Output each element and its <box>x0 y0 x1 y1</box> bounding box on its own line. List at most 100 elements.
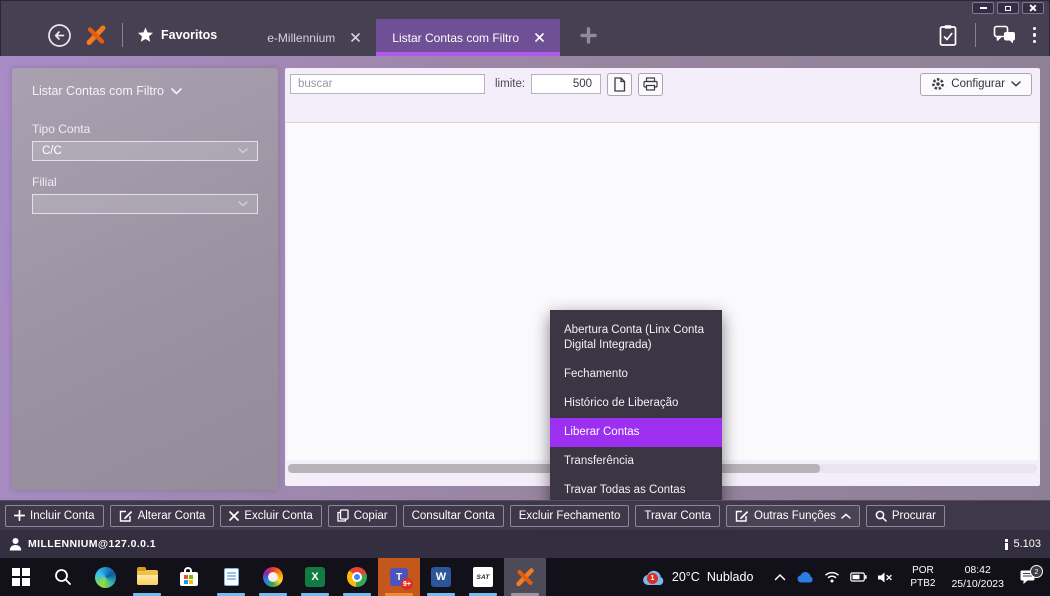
taskbar-notepad-icon[interactable] <box>210 558 252 596</box>
context-menu-item[interactable]: Transferência <box>550 447 722 476</box>
divider <box>975 23 976 47</box>
volume-muted-icon[interactable] <box>877 571 893 584</box>
toolbar-button[interactable]: Incluir Conta <box>5 505 104 527</box>
taskbar-linx-icon[interactable] <box>504 558 546 596</box>
search-icon <box>54 568 72 586</box>
connection-status: MILLENNIUM@127.0.0.1 <box>9 537 156 551</box>
close-button[interactable] <box>1022 2 1044 14</box>
context-menu-item[interactable]: Abertura Conta (Linx Conta Digital Integ… <box>550 316 722 360</box>
context-menu-item[interactable]: Fechamento <box>550 360 722 389</box>
minimize-button[interactable] <box>972 2 994 14</box>
toolbar-button-label: Copiar <box>354 510 388 522</box>
toolbar-button[interactable]: Consultar Conta <box>403 505 504 527</box>
taskbar-tray: 1 20°C Nublado <box>629 558 1050 596</box>
teams-badge: 9+ <box>401 578 413 590</box>
connection-label: MILLENNIUM@127.0.0.1 <box>28 538 156 550</box>
context-menu-item-label: Histórico de Liberação <box>564 397 678 409</box>
star-icon <box>137 27 154 43</box>
clock-time: 08:42 <box>965 563 991 577</box>
tab-close-icon[interactable] <box>535 33 544 42</box>
start-button[interactable] <box>0 558 42 596</box>
notification-badge: 2 <box>1030 565 1043 578</box>
toolbar-button[interactable]: Copiar <box>328 505 397 527</box>
plus-icon <box>580 27 597 44</box>
export-button[interactable] <box>607 73 632 96</box>
taskbar-store-icon[interactable] <box>168 558 210 596</box>
print-button[interactable] <box>638 73 663 96</box>
weather-widget[interactable]: 1 20°C Nublado <box>629 569 766 586</box>
windows-logo-icon <box>12 568 30 586</box>
taskbar-excel-icon[interactable]: X <box>294 558 336 596</box>
context-menu-item[interactable]: Histórico de Liberação <box>550 389 722 418</box>
taskbar-edge-icon[interactable] <box>84 558 126 596</box>
battery-icon[interactable] <box>850 572 867 582</box>
favorites-label: Favoritos <box>161 28 217 42</box>
clipboard-check-icon[interactable] <box>938 24 958 47</box>
taskbar-clock[interactable]: 08:42 25/10/2023 <box>943 563 1012 591</box>
filter-sidebar: Listar Contas com Filtro Tipo Conta C/C … <box>12 68 278 490</box>
tab[interactable]: Listar Contas com Filtro <box>376 19 560 56</box>
tab-bar: Favoritos e-Millennium Listar Contas com… <box>0 14 1050 56</box>
context-menu-item-label: Liberar Contas <box>564 426 639 438</box>
context-menu-item-label: Fechamento <box>564 368 628 380</box>
maximize-button[interactable] <box>997 2 1019 14</box>
language-line2: PTB2 <box>910 577 935 591</box>
search-input[interactable] <box>290 74 485 94</box>
notification-center-button[interactable]: 2 <box>1012 569 1050 585</box>
new-tab-button[interactable] <box>580 27 597 44</box>
keyboard-language[interactable]: POR PTB2 <box>902 564 943 591</box>
close-icon <box>1029 4 1037 12</box>
select-input[interactable]: C/C <box>32 141 258 161</box>
toolbar-button-label: Outras Funções <box>754 510 836 522</box>
tab-strip: e-Millennium Listar Contas com Filtro <box>251 19 560 56</box>
taskbar-search-button[interactable] <box>42 558 84 596</box>
sidebar-title[interactable]: Listar Contas com Filtro <box>32 84 258 98</box>
linx-logo-icon[interactable] <box>84 23 108 47</box>
sidebar-field: Tipo Conta C/C <box>32 122 258 161</box>
chat-icon[interactable] <box>993 25 1018 45</box>
taskbar-explorer-icon[interactable] <box>126 558 168 596</box>
toolbar-button-label: Procurar <box>892 510 936 522</box>
edit-icon <box>119 509 133 522</box>
toolbar-button[interactable]: Outras Funções <box>726 505 860 527</box>
sidebar-title-label: Listar Contas com Filtro <box>32 84 164 98</box>
weather-condition: Nublado <box>707 570 754 584</box>
taskbar-word-icon[interactable]: W <box>420 558 462 596</box>
limit-label: limite: <box>495 78 525 90</box>
context-menu-item[interactable]: Liberar Contas <box>550 418 722 447</box>
taskbar-chrome-icon[interactable] <box>336 558 378 596</box>
other-functions-menu: Abertura Conta (Linx Conta Digital Integ… <box>550 310 722 511</box>
sidebar-fields: Tipo Conta C/C Filial <box>32 122 258 214</box>
taskbar-sat-icon[interactable]: SAT <box>462 558 504 596</box>
onedrive-icon[interactable] <box>796 571 814 583</box>
sidebar-field: Filial <box>32 175 258 214</box>
favorites-button[interactable]: Favoritos <box>137 27 217 43</box>
taskbar-teams-icon[interactable]: T 9+ <box>378 558 420 596</box>
action-toolbar: Incluir Conta Alterar Conta Excluir Cont… <box>0 500 1050 530</box>
toolbar-button[interactable]: Excluir Fechamento <box>510 505 630 527</box>
toolbar-button-label: Travar Conta <box>644 510 711 522</box>
configure-button[interactable]: Configurar <box>920 73 1032 96</box>
taskbar-paint-icon[interactable] <box>252 558 294 596</box>
weather-badge: 1 <box>647 573 658 584</box>
back-button[interactable] <box>46 22 72 48</box>
limit-input[interactable] <box>531 74 601 94</box>
configure-label: Configurar <box>951 78 1005 90</box>
toolbar-button[interactable]: Alterar Conta <box>110 505 215 527</box>
tab[interactable]: e-Millennium <box>251 19 376 56</box>
window-controls <box>972 2 1044 14</box>
tray-expand-chevron-icon[interactable] <box>774 573 786 581</box>
language-line1: POR <box>912 564 934 578</box>
toolbar-button[interactable]: Excluir Conta <box>220 505 321 527</box>
back-icon <box>47 23 72 48</box>
document-icon <box>613 77 626 92</box>
select-input[interactable] <box>32 194 258 214</box>
gear-icon <box>931 77 945 91</box>
wifi-icon[interactable] <box>824 571 840 583</box>
main-area: Listar Contas com Filtro Tipo Conta C/C … <box>0 56 1050 500</box>
toolbar-button[interactable]: Procurar <box>866 505 945 527</box>
select-value: C/C <box>42 145 62 157</box>
tab-close-icon[interactable] <box>351 33 360 42</box>
kebab-menu-icon[interactable] <box>1033 27 1037 44</box>
toolbar-button[interactable]: Travar Conta <box>635 505 720 527</box>
